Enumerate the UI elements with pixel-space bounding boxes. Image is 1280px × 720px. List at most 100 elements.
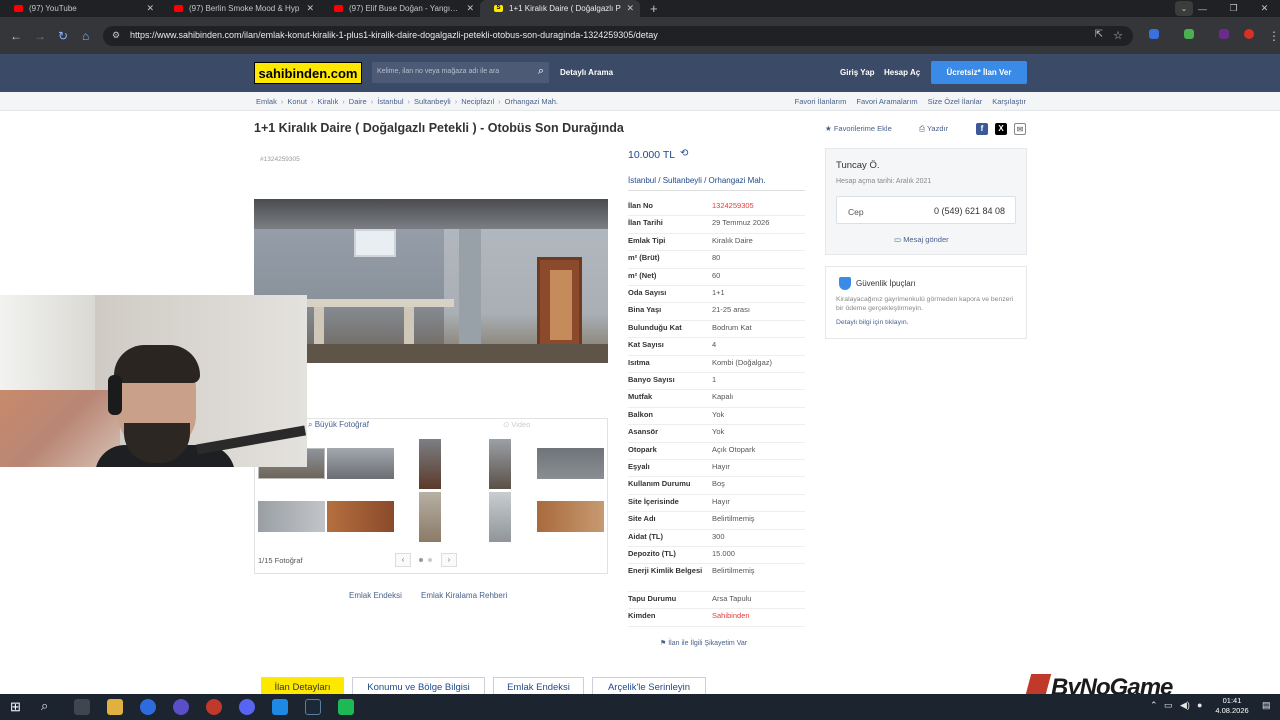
detail-row: Site Adı Belirtilmemiş [628,512,805,530]
gallery-prev-button[interactable]: ‹ [395,553,411,567]
breadcrumb-item[interactable]: İstanbul [377,97,403,106]
gallery-thumbnail[interactable] [327,448,394,479]
app-icon[interactable] [272,699,288,715]
detail-label: Isıtma [628,357,650,367]
search-icon[interactable]: ⌕ [538,65,544,78]
labs-icon[interactable] [1184,29,1194,39]
price-history-icon[interactable]: ⟲ [680,148,688,159]
login-link[interactable]: Giriş Yap [840,68,875,77]
add-favorite-link[interactable]: ★ Favorilerime Ekle [825,124,892,133]
search-input[interactable]: Kelime, ilan no veya mağaza adı ile ara … [372,62,549,83]
close-tab-icon[interactable]: ✕ [306,3,314,14]
search-icon[interactable]: ⌕ [41,698,48,714]
gallery-thumbnail[interactable] [258,501,325,532]
main-photo[interactable] [254,199,608,363]
close-tab-icon[interactable]: ✕ [466,3,474,14]
location-neighborhood-link[interactable]: Orhangazi Mah. [709,176,766,185]
seller-name: Tuncay Ö. [836,160,880,171]
restore-icon[interactable]: ❐ [1218,3,1249,14]
breadcrumb-item[interactable]: Emlak [256,97,277,106]
menu-icon[interactable]: ⋮ [1268,29,1280,43]
gallery-thumbnail[interactable] [327,501,394,532]
for-you-link[interactable]: Size Özel İlanlar [928,97,983,106]
facebook-icon[interactable]: f [976,123,988,135]
bookmark-icon[interactable]: ☆ [1113,29,1123,42]
site-info-icon[interactable]: ⚙ [112,30,120,41]
compare-link[interactable]: Karşılaştır [992,97,1026,106]
windows-start-icon[interactable]: ⊞ [10,699,21,715]
browser-tab[interactable]: (97) Elif Buse Doğan - Yangın Ye ✕ [320,0,480,17]
profile-avatar-icon[interactable] [1244,29,1254,39]
signup-link[interactable]: Hesap Aç [884,68,920,77]
gallery-page-dot[interactable] [419,558,423,562]
steam-icon[interactable] [305,699,321,715]
new-tab-icon[interactable]: + [650,1,658,16]
breadcrumb-item[interactable]: Kiralık [317,97,338,106]
send-message-link[interactable]: ▭ Mesaj gönder [894,235,949,244]
app-icon[interactable] [206,699,222,715]
detail-label: Kimden [628,611,656,621]
tray-chevron-icon[interactable]: ⌃ [1150,700,1158,711]
notifications-icon[interactable]: ▤ [1262,700,1271,711]
favorite-listings-link[interactable]: Favori İlanlarım [795,97,847,106]
gallery-page-dot[interactable] [428,558,432,562]
extension-icon[interactable] [1149,29,1159,39]
close-window-icon[interactable]: ✕ [1249,3,1280,14]
breadcrumb-item[interactable]: Daire [349,97,367,106]
safety-more-link[interactable]: Detaylı bilgi için tıklayın. [836,319,909,326]
close-tab-icon[interactable]: ✕ [146,3,154,14]
volume-icon[interactable]: ◀) [1180,700,1190,711]
taskbar-clock[interactable]: 01:41 4.08.2026 [1212,696,1252,716]
breadcrumb-item[interactable]: Orhangazi Mah. [505,97,558,106]
breadcrumb-item[interactable]: Necipfazıl [461,97,494,106]
big-photo-link[interactable]: ⌕ Büyük Fotoğraf [308,420,369,430]
real-estate-index-link[interactable]: Emlak Endeksi [349,591,402,600]
gallery-thumbnail[interactable] [489,492,511,542]
share-icon[interactable]: ⇱ [1095,29,1103,40]
app-icon[interactable] [338,699,354,715]
forward-icon[interactable]: → [34,29,46,43]
detail-label: İlan No [628,201,654,210]
print-link[interactable]: ⎙ Yazdır [919,124,948,134]
rental-guide-link[interactable]: Emlak Kiralama Rehberi [421,591,507,600]
file-explorer-icon[interactable] [107,699,123,715]
email-icon[interactable]: ✉ [1014,123,1026,135]
home-icon[interactable]: ⌂ [82,29,89,43]
reload-icon[interactable]: ↻ [58,29,68,43]
gallery-next-button[interactable]: › [441,553,457,567]
app-icon[interactable] [173,699,189,715]
breadcrumb-item[interactable]: Sultanbeyli [414,97,451,106]
back-icon[interactable]: ← [10,29,22,43]
gallery-thumbnail[interactable] [419,439,441,489]
seller-since: Hesap açma tarihi: Aralık 2021 [836,178,932,185]
gallery-thumbnail[interactable] [537,501,604,532]
detailed-search-link[interactable]: Detaylı Arama [560,68,613,77]
network-icon[interactable]: ▭ [1164,700,1173,711]
close-tab-icon[interactable]: ✕ [626,3,634,14]
detail-row: Bina Yaşı 21-25 arası [628,303,805,321]
browser-tab-active[interactable]: S 1+1 Kiralık Daire ( Doğalgazlı P ✕ [480,0,640,17]
detail-value: Belirtilmemiş [712,566,755,576]
location-district-link[interactable]: Sultanbeyli [663,176,702,185]
extension-icon[interactable] [1219,29,1229,39]
favorite-searches-link[interactable]: Favori Aramalarım [856,97,917,106]
location-city-link[interactable]: İstanbul [628,176,656,185]
chrome-icon[interactable] [140,699,156,715]
seller-phone[interactable]: Cep 0 (549) 621 84 08 [836,196,1016,224]
minimize-icon[interactable]: — [1187,4,1218,14]
browser-tab[interactable]: (97) Berlin Smoke Mood & Hyp ✕ [160,0,320,17]
mic-icon[interactable]: ● [1197,700,1202,710]
browser-tab[interactable]: (97) YouTube ✕ [0,0,160,17]
omnibox[interactable]: ⚙ https://www.sahibinden.com/ilan/emlak-… [103,26,1133,46]
breadcrumb-item[interactable]: Konut [287,97,307,106]
gallery-thumbnail[interactable] [489,439,511,489]
site-logo[interactable]: sahibinden.com [254,62,362,84]
webcam-overlay [0,295,307,467]
discord-icon[interactable] [239,699,255,715]
gallery-thumbnail[interactable] [419,492,441,542]
x-twitter-icon[interactable]: X [995,123,1007,135]
gallery-thumbnail[interactable] [537,448,604,479]
post-ad-button[interactable]: Ücretsiz* İlan Ver [931,61,1027,84]
report-listing-link[interactable]: ⚑ İlan ile İlgili Şikayetim Var [660,639,747,647]
task-view-icon[interactable] [74,699,90,715]
